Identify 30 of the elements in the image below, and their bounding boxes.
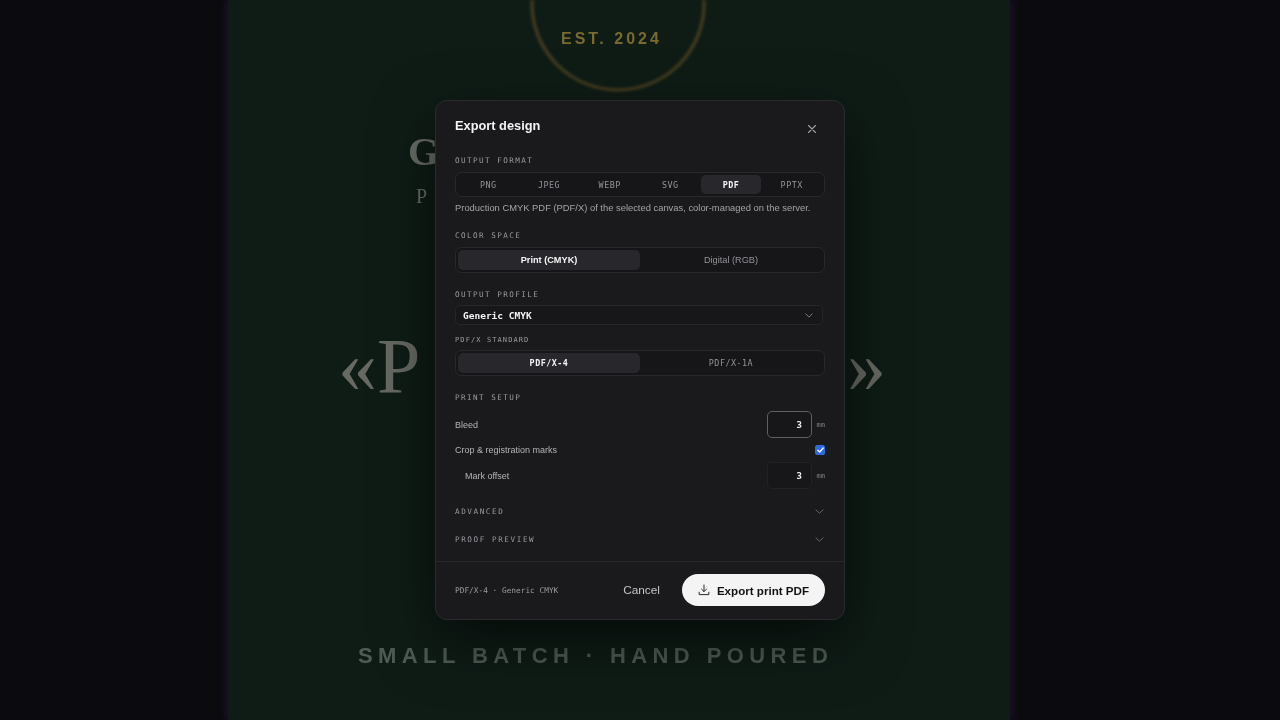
download-icon — [697, 584, 710, 596]
segment-option[interactable]: PNG — [458, 175, 519, 194]
close-icon[interactable] — [808, 125, 816, 133]
export-button[interactable]: Export print PDF — [681, 574, 825, 606]
chevron-down-icon — [805, 312, 813, 318]
checkbox[interactable] — [815, 445, 825, 455]
number-input[interactable]: 3 — [767, 411, 812, 438]
segment-option[interactable]: Digital (RGB) — [640, 250, 822, 270]
segment-option[interactable]: Print (CMYK) — [458, 250, 640, 270]
number-input[interactable]: 3 — [767, 462, 812, 489]
segment-option[interactable]: PDF/X-1A — [640, 353, 822, 373]
field-label: Bleed — [455, 418, 479, 431]
quote-fragment: » — [847, 326, 886, 406]
segment-option[interactable]: PDF — [700, 175, 762, 194]
format-description: Production CMYK PDF (PDF/X) of the selected canvas, color-managed on the server. — [455, 202, 812, 214]
segment-option[interactable]: PDF/X-4 — [458, 353, 640, 373]
tagline-text: SMALL BATCH · HAND POURED — [358, 642, 834, 670]
segment-option[interactable]: PPTX — [761, 175, 823, 194]
quote-fragment: «P — [338, 326, 421, 406]
emblem-text: EST. 2024 — [561, 29, 662, 49]
dialog-title: Export design — [455, 118, 541, 134]
subheading-fragment: P — [416, 184, 428, 208]
heading-fragment: G — [408, 130, 440, 174]
cancel-button[interactable]: Cancel — [623, 579, 660, 601]
segment-option[interactable]: SVG — [640, 175, 701, 194]
field-label: Mark offset — [465, 469, 510, 482]
profile-select[interactable]: Generic CMYK — [455, 305, 823, 325]
checkbox-label: Crop & registration marks — [455, 444, 558, 456]
segment-option[interactable]: WEBP — [579, 175, 640, 194]
segment-option[interactable]: JPEG — [518, 175, 580, 194]
